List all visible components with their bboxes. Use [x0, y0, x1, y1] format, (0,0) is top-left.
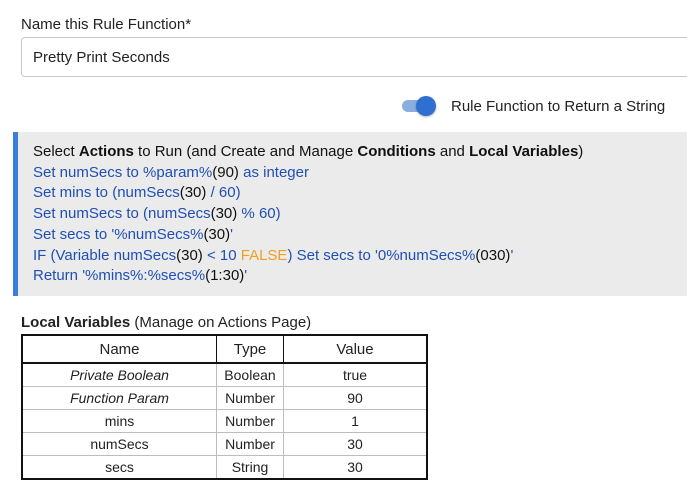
local-variables-heading: Local Variables	[21, 314, 131, 331]
variable-value: 1	[283, 409, 428, 433]
table-row: secs String 30	[21, 455, 428, 480]
action-text: IF (Variable numSecs	[33, 246, 177, 264]
action-value: (30)	[210, 205, 238, 223]
action-text: ) Set secs to '0%numSecs%	[287, 246, 476, 264]
variable-name: Private Boolean	[21, 362, 217, 387]
action-text: Set numSecs to %param%	[33, 163, 213, 181]
action-value: (1:30)	[205, 267, 245, 285]
action-text: Set mins to (numSecs	[33, 184, 180, 202]
action-text: % 60)	[237, 205, 281, 223]
rule-function-name-input[interactable]	[21, 37, 687, 77]
local-variables-table: Name Type Value Private Boolean Boolean …	[21, 334, 428, 480]
actions-panel: Select Actions to Run (and Create and Ma…	[13, 132, 687, 296]
action-value: (90)	[212, 163, 239, 181]
table-row: mins Number 1	[21, 409, 428, 433]
action-text: '	[230, 225, 233, 243]
variable-type: Number	[216, 409, 284, 433]
table-row: Private Boolean Boolean true	[21, 362, 428, 387]
variable-name: numSecs	[21, 432, 217, 456]
action-value: (030)	[475, 246, 511, 264]
action-text: as integer	[238, 163, 309, 181]
variable-type: Number	[216, 386, 284, 410]
actions-panel-header: Select Actions to Run (and Create and Ma…	[33, 142, 687, 163]
column-header-value: Value	[283, 334, 428, 364]
action-text: Return '%mins%:%secs%	[33, 267, 206, 285]
toggle-knob	[416, 96, 436, 116]
return-string-toggle-label: Rule Function to Return a String	[451, 97, 666, 115]
header-text: )	[578, 143, 584, 160]
condition-false-badge: FALSE	[240, 246, 288, 264]
action-value: (30)	[179, 184, 207, 202]
header-text: and	[435, 143, 470, 160]
local-variables-title: Local Variables (Manage on Actions Page)	[21, 314, 311, 331]
variable-value: 30	[283, 455, 428, 480]
conditions-link[interactable]: Conditions	[357, 143, 435, 160]
local-variables-subtitle: (Manage on Actions Page)	[130, 314, 312, 331]
action-line[interactable]: Set numSecs to (numSecs(30) % 60)	[33, 204, 687, 225]
name-field-label: Name this Rule Function*	[21, 16, 192, 33]
return-string-toggle[interactable]	[400, 95, 436, 117]
column-header-name: Name	[21, 334, 217, 364]
table-header-row: Name Type Value	[21, 334, 428, 364]
action-line[interactable]: Return '%mins%:%secs%(1:30)'	[33, 266, 687, 287]
variable-value: true	[283, 362, 428, 387]
variable-name: Function Param	[21, 386, 217, 410]
variable-type: String	[216, 455, 284, 480]
action-text: Set secs to '%numSecs%	[33, 225, 204, 243]
header-text: Select	[33, 143, 79, 160]
table-row: numSecs Number 30	[21, 432, 428, 456]
variable-name: secs	[21, 455, 217, 480]
actions-link[interactable]: Actions	[79, 143, 134, 160]
local-variables-link[interactable]: Local Variables	[469, 143, 578, 160]
action-line[interactable]: IF (Variable numSecs(30) < 10 FALSE) Set…	[33, 246, 687, 267]
action-line[interactable]: Set mins to (numSecs(30) / 60)	[33, 183, 687, 204]
column-header-type: Type	[216, 334, 284, 364]
return-string-toggle-row: Rule Function to Return a String	[400, 95, 665, 117]
variable-name: mins	[21, 409, 217, 433]
variable-type: Number	[216, 432, 284, 456]
header-text: to Run (and Create and Manage	[133, 143, 358, 160]
table-row: Function Param Number 90	[21, 386, 428, 410]
action-value: (30)	[176, 246, 203, 264]
action-text: '	[244, 267, 248, 285]
action-text: Set numSecs to (numSecs	[33, 205, 211, 223]
action-text: / 60)	[206, 184, 241, 202]
action-line[interactable]: Set numSecs to %param%(90) as integer	[33, 163, 687, 184]
action-value: (30)	[203, 225, 231, 243]
variable-value: 90	[283, 386, 428, 410]
action-line[interactable]: Set secs to '%numSecs%(30)'	[33, 225, 687, 246]
action-text: < 10	[202, 246, 241, 264]
action-text: '	[510, 246, 514, 264]
variable-type: Boolean	[216, 362, 284, 387]
variable-value: 30	[283, 432, 428, 456]
